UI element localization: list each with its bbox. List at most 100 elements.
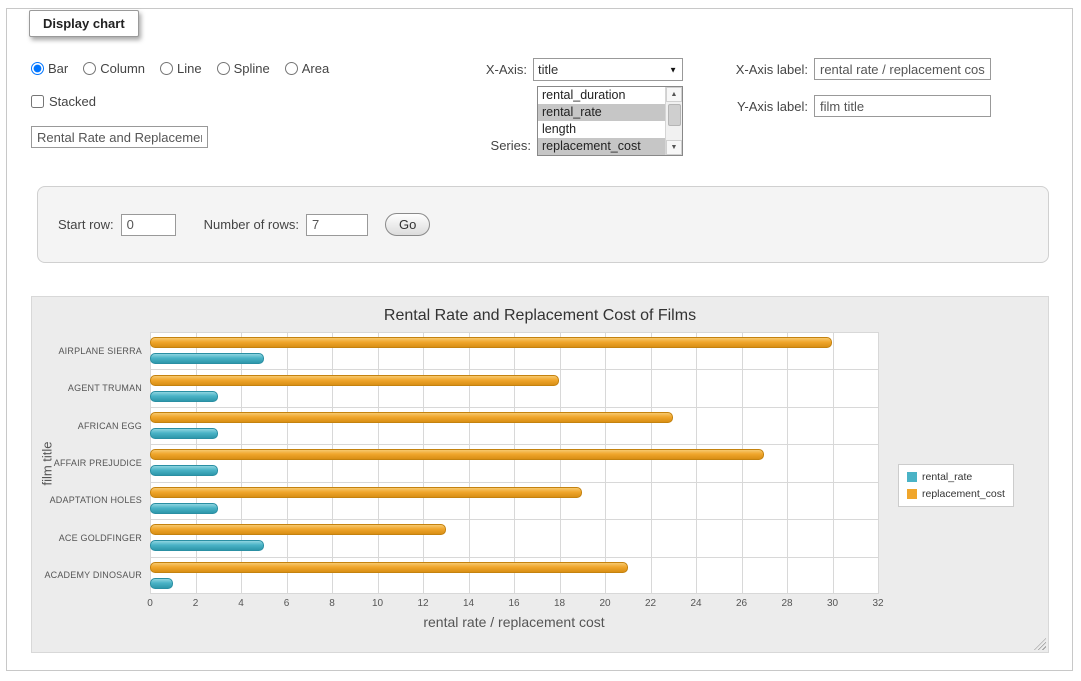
chart-type-option-area[interactable]: Area <box>285 61 329 76</box>
bar-rental_rate <box>150 465 218 476</box>
x-tick-label: 12 <box>417 598 428 609</box>
number-of-rows-label: Number of rows: <box>204 217 299 232</box>
bar-group <box>150 407 878 444</box>
radio-bar[interactable] <box>31 62 44 75</box>
y-axis-label-input[interactable] <box>814 95 991 117</box>
chart-type-option-line[interactable]: Line <box>160 61 202 76</box>
legend-swatch <box>907 489 917 499</box>
chart-title: Rental Rate and Replacement Cost of Film… <box>32 307 1048 325</box>
radio-bar-label: Bar <box>48 61 68 76</box>
gridline-vertical <box>878 332 879 594</box>
x-tick-label: 10 <box>372 598 383 609</box>
x-tick-label: 14 <box>463 598 474 609</box>
bar-group <box>150 332 878 369</box>
chart-title-input[interactable] <box>31 126 208 148</box>
x-tick-label: 24 <box>690 598 701 609</box>
x-tick-label: 2 <box>193 598 199 609</box>
series-scrollbar[interactable]: ▲ ▼ <box>665 87 682 155</box>
x-tick-label: 30 <box>827 598 838 609</box>
legend-label: rental_rate <box>922 471 972 483</box>
radio-column[interactable] <box>83 62 96 75</box>
x-axis-title: rental rate / replacement cost <box>150 614 878 630</box>
x-tick-labels: 02468101214161820222426283032 <box>150 598 878 610</box>
stacked-option[interactable]: Stacked <box>31 94 96 109</box>
legend-swatch <box>907 472 917 482</box>
bar-rental_rate <box>150 540 264 551</box>
x-axis-label-label: X-Axis label: <box>736 62 808 77</box>
category-labels: AIRPLANE SIERRAAGENT TRUMANAFRICAN EGGAF… <box>32 332 142 594</box>
stacked-label: Stacked <box>49 94 96 109</box>
bar-rental_rate <box>150 391 218 402</box>
x-tick-label: 8 <box>329 598 335 609</box>
x-tick-label: 20 <box>599 598 610 609</box>
category-label: ADAPTATION HOLES <box>32 482 142 519</box>
chart-type-options: Bar Column Line Spline Area <box>31 61 329 76</box>
radio-column-label: Column <box>100 61 145 76</box>
radio-spline-label: Spline <box>234 61 270 76</box>
x-axis-label-group: X-Axis label: <box>707 58 991 80</box>
category-label: AFRICAN EGG <box>32 407 142 444</box>
bar-group <box>150 444 878 481</box>
bar-rental_rate <box>150 353 264 364</box>
category-label: AFFAIR PREJUDICE <box>32 444 142 481</box>
start-row-input[interactable] <box>121 214 176 236</box>
radio-area[interactable] <box>285 62 298 75</box>
x-tick-label: 0 <box>147 598 153 609</box>
bar-replacement_cost <box>150 449 764 460</box>
stacked-checkbox[interactable] <box>31 95 44 108</box>
x-tick-label: 32 <box>872 598 883 609</box>
scroll-up-icon[interactable]: ▲ <box>666 87 682 102</box>
x-axis-label-input[interactable] <box>814 58 991 80</box>
bar-replacement_cost <box>150 524 446 535</box>
y-axis-label-group: Y-Axis label: <box>707 95 991 117</box>
series-select-group: Series: rental_durationrental_ratelength… <box>427 86 683 156</box>
category-label: ACADEMY DINOSAUR <box>32 557 142 594</box>
number-of-rows-input[interactable] <box>306 214 368 236</box>
go-button[interactable]: Go <box>385 213 430 236</box>
bar-rental_rate <box>150 578 173 589</box>
radio-area-label: Area <box>302 61 329 76</box>
x-tick-label: 16 <box>508 598 519 609</box>
rows-control-panel: Start row: Number of rows: Go <box>37 186 1049 263</box>
legend-label: replacement_cost <box>922 488 1005 500</box>
chart-resize-handle[interactable] <box>1034 638 1046 650</box>
series-option-rental_rate[interactable]: rental_rate <box>538 104 665 121</box>
chart-title-field-row <box>31 126 208 148</box>
x-axis-select[interactable]: title <box>533 58 683 81</box>
scrollbar-thumb[interactable] <box>668 104 681 126</box>
scroll-down-icon[interactable]: ▼ <box>666 140 682 155</box>
x-tick-label: 22 <box>645 598 656 609</box>
y-axis-label-label: Y-Axis label: <box>737 99 808 114</box>
bar-group <box>150 519 878 556</box>
series-listbox[interactable]: rental_durationrental_ratelengthreplacem… <box>537 86 683 156</box>
series-option-replacement_cost[interactable]: replacement_cost <box>538 138 665 155</box>
display-chart-fieldset: Display chart Bar Column Line Spline Are… <box>6 8 1073 671</box>
chart-type-option-spline[interactable]: Spline <box>217 61 270 76</box>
legend-item-rental_rate[interactable]: rental_rate <box>907 471 1005 483</box>
x-tick-label: 18 <box>554 598 565 609</box>
x-axis-select-group: X-Axis: title ▼ <box>427 58 683 81</box>
legend-item-replacement_cost[interactable]: replacement_cost <box>907 488 1005 500</box>
chart-container: Rental Rate and Replacement Cost of Film… <box>31 296 1049 653</box>
bar-group <box>150 557 878 594</box>
chart-legend: rental_rate replacement_cost <box>898 464 1014 507</box>
bar-replacement_cost <box>150 412 673 423</box>
category-label: AGENT TRUMAN <box>32 369 142 406</box>
x-tick-label: 26 <box>736 598 747 609</box>
bar-group <box>150 482 878 519</box>
series-option-length[interactable]: length <box>538 121 665 138</box>
x-tick-label: 6 <box>284 598 290 609</box>
chart-type-option-column[interactable]: Column <box>83 61 145 76</box>
series-option-rental_duration[interactable]: rental_duration <box>538 87 665 104</box>
bar-rental_rate <box>150 503 218 514</box>
plot-area <box>150 332 878 594</box>
x-tick-label: 4 <box>238 598 244 609</box>
radio-line-label: Line <box>177 61 202 76</box>
radio-line[interactable] <box>160 62 173 75</box>
bar-replacement_cost <box>150 562 628 573</box>
series-label: Series: <box>491 138 531 153</box>
radio-spline[interactable] <box>217 62 230 75</box>
series-options: rental_durationrental_ratelengthreplacem… <box>538 87 665 155</box>
chart-type-option-bar[interactable]: Bar <box>31 61 68 76</box>
bar-replacement_cost <box>150 375 559 386</box>
